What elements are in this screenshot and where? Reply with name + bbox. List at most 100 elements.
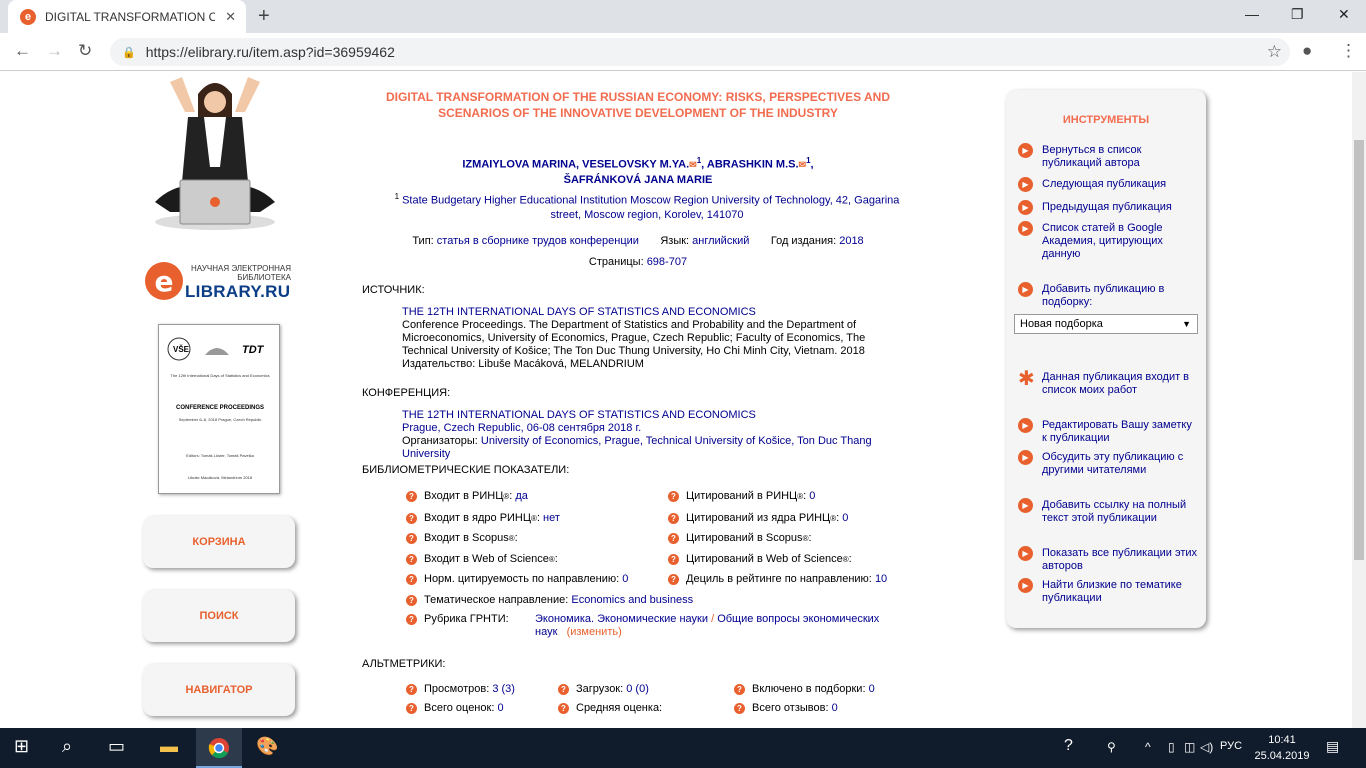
arrow-right-icon: ▶ — [1018, 177, 1033, 192]
reload-icon[interactable]: ↻ — [78, 41, 92, 61]
source-block: THE 12TH INTERNATIONAL DAYS OF STATISTIC… — [402, 306, 912, 371]
restore-icon[interactable]: ❐ — [1291, 6, 1304, 23]
close-window-icon[interactable]: ✕ — [1338, 6, 1350, 23]
new-tab-icon[interactable]: + — [258, 5, 270, 28]
volume-icon[interactable]: ◁) — [1200, 740, 1213, 754]
author-link[interactable]: IZMAIYLOVA MARINA — [462, 159, 576, 171]
back-icon[interactable]: ← — [14, 41, 31, 61]
tool-show-all-authors[interactable]: ▶ Показать все публикации этих авторов — [1018, 546, 1198, 573]
cit-scopus-indicator: ? Цитирований в Scopus ®: — [668, 532, 812, 544]
navigator-button[interactable]: НАВИГАТОР — [143, 664, 295, 716]
affiliation-text[interactable]: State Budgetary Higher Educational Insti… — [402, 195, 899, 221]
arrow-right-icon: ▶ — [1018, 221, 1033, 236]
file-explorer-icon[interactable]: ▬ — [160, 736, 178, 757]
help-icon[interactable]: ? — [668, 490, 679, 502]
help-icon[interactable]: ? — [734, 702, 745, 714]
help-icon[interactable]: ? — [406, 490, 417, 502]
cart-button[interactable]: КОРЗИНА — [143, 516, 295, 568]
tool-in-my-works[interactable]: ✱ Данная публикация входит в список моих … — [1018, 368, 1198, 397]
chrome-taskbar-item[interactable] — [196, 728, 242, 768]
tool-add-fulltext-link[interactable]: ▶ Добавить ссылку на полный текст этой пу… — [1018, 498, 1198, 525]
wos-indicator: ? Входит в Web of Science ®: — [406, 553, 558, 565]
proceedings-cover-image[interactable]: VŠE TDT The 12th International Days of S… — [158, 324, 280, 494]
help-tray-icon[interactable]: ? — [1064, 737, 1073, 755]
tool-add-to-collection[interactable]: ▶ Добавить публикацию в подборку: — [1018, 282, 1198, 309]
tools-panel: ИНСТРУМЕНТЫ ▶ Вернуться в список публикац… — [1006, 90, 1206, 628]
notifications-icon[interactable]: ▤ — [1326, 738, 1339, 755]
downloads-indicator: ? Загрузок: 0 (0) — [558, 683, 649, 695]
cit-wos-indicator: ? Цитирований в Web of Science ®: — [668, 553, 852, 565]
help-icon[interactable]: ? — [734, 683, 745, 695]
altmetrics-label: АЛЬТМЕТРИКИ: — [362, 658, 446, 670]
theme-link[interactable]: Economics and business — [571, 594, 693, 606]
author-link[interactable]: ŠAFRÁNKOVÁ JANA MARIE — [564, 174, 713, 186]
system-clock[interactable]: 10:41 25.04.2019 — [1252, 732, 1312, 764]
arrow-right-icon: ▶ — [1018, 498, 1033, 513]
envelope-icon[interactable]: ✉ — [799, 160, 807, 170]
help-icon[interactable]: ? — [406, 573, 417, 585]
collection-select[interactable]: Новая подборка ▼ — [1014, 314, 1198, 334]
profile-icon[interactable]: ● — [1302, 41, 1312, 61]
cit-rinc-indicator: ? Цитирований в РИНЦ ®: 0 — [668, 490, 815, 502]
rubric-link-1[interactable]: Экономика. Экономические науки — [535, 613, 708, 625]
network-icon[interactable]: ◫ — [1184, 740, 1195, 754]
envelope-icon[interactable]: ✉ — [689, 160, 697, 170]
paint-icon[interactable]: 🎨 — [256, 736, 278, 757]
ratings-indicator: ? Всего оценок: 0 — [406, 702, 504, 714]
search-button[interactable]: ПОИСК — [143, 590, 295, 642]
rubric-change-link[interactable]: изменить — [570, 626, 618, 638]
pages-label: Страницы: — [588, 256, 644, 268]
bookmark-star-icon[interactable]: ☆ — [1267, 42, 1282, 62]
windows-start-icon[interactable]: ⊞ — [14, 736, 29, 757]
type-label: Тип: — [412, 235, 434, 247]
help-icon[interactable]: ? — [406, 594, 417, 606]
tool-find-similar[interactable]: ▶ Найти близкие по тематике публикации — [1018, 578, 1198, 605]
elibrary-favicon-icon: e — [20, 8, 36, 25]
browser-tab[interactable]: e DIGITAL TRANSFORMATION OF T ✕ — [8, 0, 246, 33]
help-icon[interactable]: ? — [558, 702, 569, 714]
scrollbar-thumb[interactable] — [1354, 140, 1364, 560]
tool-back-to-author[interactable]: ▶ Вернуться в список публикаций автора — [1018, 143, 1198, 170]
help-icon[interactable]: ? — [406, 512, 417, 524]
battery-icon[interactable]: ▯ — [1168, 740, 1175, 754]
people-icon[interactable]: ⚲ — [1107, 740, 1116, 754]
search-icon[interactable]: ⌕ — [62, 736, 72, 757]
conference-title-link[interactable]: THE 12TH INTERNATIONAL DAYS OF STATISTIC… — [402, 409, 912, 422]
menu-icon[interactable]: ⋮ — [1340, 41, 1357, 61]
help-icon[interactable]: ? — [406, 553, 417, 565]
svg-text:VŠE: VŠE — [173, 345, 190, 354]
author-link[interactable]: VESELOVSKY M.YA. — [582, 159, 689, 171]
help-icon[interactable]: ? — [406, 532, 417, 544]
tool-prev-publication[interactable]: ▶ Предыдущая публикация — [1018, 200, 1198, 215]
tab-title: DIGITAL TRANSFORMATION OF T — [45, 9, 215, 24]
decile-indicator: ? Дециль в рейтинге по направлению: 10 — [668, 573, 887, 585]
minimize-icon[interactable]: — — [1245, 6, 1259, 22]
logo-main-text: LIBRARY.RU — [185, 282, 291, 301]
tool-google-scholar[interactable]: ▶ Список статей в Google Академия, цитиру… — [1018, 221, 1198, 261]
help-icon[interactable]: ? — [406, 702, 417, 714]
task-view-icon[interactable]: ▭ — [108, 736, 125, 757]
tool-next-publication[interactable]: ▶ Следующая публикация — [1018, 177, 1198, 192]
help-icon[interactable]: ? — [668, 532, 679, 544]
help-icon[interactable]: ? — [406, 614, 417, 625]
tool-edit-note[interactable]: ▶ Редактировать Вашу заметку к публикации — [1018, 418, 1198, 445]
asterisk-icon: ✱ — [1018, 368, 1035, 390]
close-tab-icon[interactable]: ✕ — [225, 9, 236, 25]
author-link[interactable]: ABRASHKIN M.S. — [707, 159, 799, 171]
help-icon[interactable]: ? — [668, 553, 679, 565]
input-language[interactable]: РУС — [1220, 740, 1242, 752]
help-icon[interactable]: ? — [406, 683, 417, 695]
chevron-up-icon[interactable]: ^ — [1145, 740, 1151, 754]
address-bar[interactable]: 🔒 https://elibrary.ru/item.asp?id=369594… — [110, 38, 1290, 66]
tool-discuss[interactable]: ▶ Обсудить эту публикацию с другими читат… — [1018, 450, 1198, 477]
clock-time: 10:41 — [1268, 734, 1296, 746]
help-icon[interactable]: ? — [668, 512, 679, 524]
source-title-link[interactable]: THE 12TH INTERNATIONAL DAYS OF STATISTIC… — [402, 306, 912, 319]
page-scrollbar[interactable] — [1352, 72, 1366, 728]
publication-meta: Тип: статья в сборнике трудов конференци… — [362, 235, 914, 247]
elibrary-logo[interactable]: e НАУЧНАЯ ЭЛЕКТРОННАЯ БИБЛИОТЕКА LIBRARY… — [145, 260, 295, 302]
affiliation: 1 State Budgetary Higher Educational Ins… — [392, 190, 902, 222]
help-icon[interactable]: ? — [558, 683, 569, 695]
help-icon[interactable]: ? — [668, 573, 679, 585]
forward-icon[interactable]: → — [46, 41, 63, 61]
